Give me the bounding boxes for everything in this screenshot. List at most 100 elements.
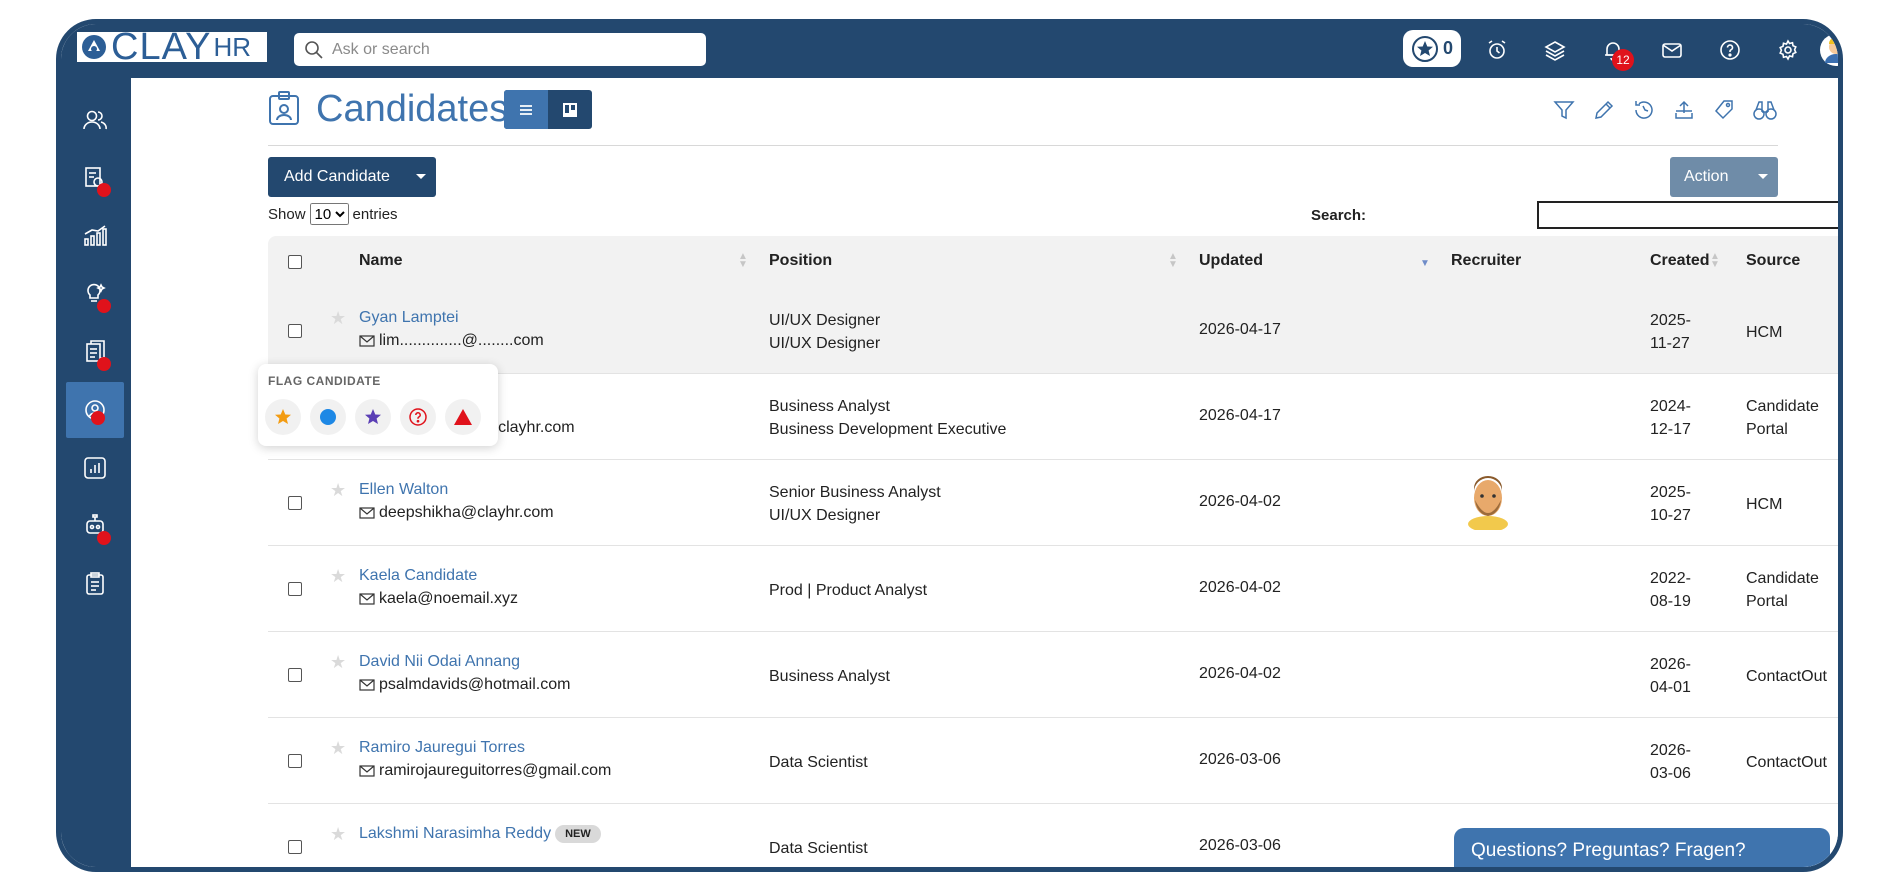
starred-counter[interactable]: 0 — [1403, 30, 1461, 67]
bar-chart-icon — [84, 457, 106, 479]
binoculars-icon[interactable] — [1752, 98, 1778, 122]
main-content: Candidates Add Candidate Action Show 10 … — [131, 78, 1838, 867]
settings-button[interactable] — [1773, 35, 1803, 65]
sort-icon[interactable]: ▲▼ — [1710, 252, 1720, 270]
add-candidate-caret-icon[interactable] — [416, 174, 426, 179]
star-circle-icon — [1411, 35, 1438, 62]
notifications-button[interactable]: 12 — [1598, 35, 1634, 71]
sidebar-item-documents[interactable] — [66, 324, 124, 380]
col-updated[interactable]: Updated — [1199, 252, 1263, 270]
flag-orange-star-button[interactable] — [265, 399, 301, 435]
sort-desc-icon[interactable]: ▼ — [1420, 259, 1430, 269]
global-search[interactable] — [294, 33, 706, 66]
candidate-source: Candidate Portal — [1746, 398, 1819, 438]
table-row[interactable]: ★ Kaela Candidate kaela@noemail.xyz Prod… — [268, 546, 1838, 632]
flag-star-icon[interactable]: ★ — [330, 480, 346, 501]
sidebar-item-people[interactable] — [66, 92, 124, 148]
candidate-name[interactable]: Ellen Walton — [359, 481, 448, 499]
sort-icon[interactable]: ▲▼ — [1168, 252, 1178, 270]
clayhr-logo[interactable]: CLAY HR — [77, 28, 267, 66]
messages-button[interactable] — [1657, 35, 1687, 65]
upload-icon[interactable] — [1672, 98, 1696, 122]
table-row[interactable]: sanjeev.kumar@clayhr.com Business Analys… — [268, 374, 1838, 460]
table-search-label: Search: — [1311, 207, 1367, 224]
gear-icon — [1779, 39, 1797, 61]
sidebar-item-automation[interactable] — [66, 498, 124, 554]
alarm-clock-button[interactable] — [1482, 35, 1512, 65]
sidebar-item-reports[interactable] — [66, 440, 124, 496]
flag-star-icon[interactable]: ★ — [330, 566, 346, 587]
col-position[interactable]: Position — [769, 252, 832, 270]
candidates-table: Name ▲ ▼ Position ▲ ▼ Updated ▼ Recruiter … — [268, 236, 1843, 867]
board-view-button[interactable] — [548, 90, 592, 129]
candidate-name[interactable]: Gyan Lamptei — [359, 309, 459, 327]
table-row[interactable]: ★ Ramiro Jauregui Torres ramirojaureguit… — [268, 718, 1838, 804]
view-toggle — [504, 90, 592, 129]
col-recruiter[interactable]: Recruiter — [1451, 252, 1521, 270]
flag-star-icon[interactable]: ★ — [330, 738, 346, 759]
flag-warning-button[interactable] — [445, 399, 481, 435]
layers-button[interactable] — [1540, 35, 1570, 65]
table-row[interactable]: ★ David Nii Odai Annang psalmdavids@hotm… — [268, 632, 1838, 718]
sort-icon[interactable]: ▲▼ — [738, 252, 748, 270]
entries-select[interactable]: 10 — [309, 203, 349, 225]
header-divider — [268, 145, 1778, 146]
candidate-name[interactable]: Lakshmi Narasimha Reddy NEW — [359, 825, 601, 843]
sidebar-item-growth[interactable] — [66, 208, 124, 264]
flag-star-icon[interactable]: ★ — [330, 308, 346, 329]
candidate-position: Prod | Product Analyst — [769, 582, 928, 599]
sidebar-item-forms[interactable] — [66, 556, 124, 612]
sidebar-item-screening[interactable] — [66, 150, 124, 206]
table-search-input[interactable] — [1537, 201, 1838, 229]
top-bar: CLAY HR 0 — [61, 24, 1838, 78]
history-icon[interactable] — [1632, 98, 1656, 122]
select-all-checkbox[interactable] — [288, 255, 302, 269]
candidate-name[interactable]: David Nii Odai Annang — [359, 653, 520, 671]
candidate-source: ContactOut — [1746, 668, 1827, 685]
user-avatar-button[interactable]: 6 — [1818, 32, 1838, 68]
table-row[interactable]: ★ Ellen Walton deepshikha@clayhr.com Sen… — [268, 460, 1838, 546]
layers-icon — [1544, 41, 1566, 61]
help-button[interactable] — [1715, 35, 1745, 65]
filter-icon[interactable] — [1552, 98, 1576, 122]
sidebar-item-candidates[interactable] — [66, 382, 124, 438]
sidebar-alert-dot — [97, 531, 111, 545]
flag-purple-star-button[interactable] — [355, 399, 391, 435]
row-checkbox[interactable] — [288, 668, 302, 682]
pencil-icon[interactable] — [1592, 98, 1616, 122]
sort-icon[interactable]: ▲▼ — [1838, 253, 1843, 269]
toolbar-icons — [1552, 98, 1778, 122]
starred-count: 0 — [1442, 38, 1453, 58]
candidate-email: lim..............@........com — [359, 332, 544, 350]
row-checkbox[interactable] — [288, 324, 302, 338]
row-checkbox[interactable] — [288, 582, 302, 596]
envelope-icon — [1662, 43, 1682, 58]
action-button[interactable]: Action — [1670, 157, 1778, 197]
logo-suffix: HR — [213, 32, 252, 62]
row-checkbox[interactable] — [288, 840, 302, 854]
flag-blue-circle-button[interactable] — [310, 399, 346, 435]
col-source[interactable]: Source — [1746, 252, 1800, 270]
flag-star-icon[interactable]: ★ — [330, 652, 346, 673]
row-checkbox[interactable] — [288, 754, 302, 768]
add-candidate-button[interactable]: Add Candidate — [268, 157, 436, 197]
candidate-name[interactable]: Kaela Candidate — [359, 567, 477, 585]
row-checkbox[interactable] — [288, 496, 302, 510]
list-view-button[interactable] — [504, 90, 548, 129]
people-icon — [83, 110, 107, 130]
global-search-input[interactable] — [330, 39, 694, 60]
questions-help-button[interactable]: Questions? Preguntas? Fragen? — [1454, 828, 1830, 867]
table-row[interactable]: ★ Gyan Lamptei lim..............@.......… — [268, 288, 1838, 374]
col-name[interactable]: Name — [359, 252, 403, 270]
candidate-position: Business Analyst — [769, 668, 890, 685]
candidate-name[interactable]: Ramiro Jauregui Torres — [359, 739, 525, 757]
col-created[interactable]: Created — [1650, 252, 1710, 270]
tag-icon[interactable] — [1712, 98, 1736, 122]
sidebar-item-ideas[interactable] — [66, 266, 124, 322]
flag-candidate-popup: FLAG CANDIDATE — [258, 364, 498, 446]
flag-star-icon[interactable]: ★ — [330, 824, 346, 845]
candidate-created: 2025- 10-27 — [1650, 484, 1691, 524]
action-caret-icon[interactable] — [1758, 174, 1768, 179]
candidate-updated: 2026-04-02 — [1199, 665, 1281, 682]
flag-question-button[interactable] — [400, 399, 436, 435]
